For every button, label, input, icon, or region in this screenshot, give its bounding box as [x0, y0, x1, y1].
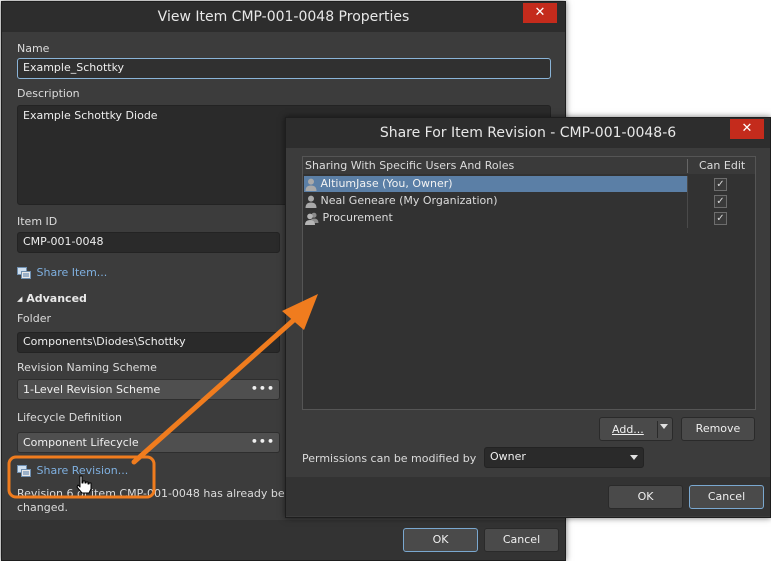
revision-scheme-browse-icon[interactable]: •••: [251, 379, 275, 398]
advanced-label: Advanced: [26, 292, 87, 305]
item-id-field: CMP-001-0048: [17, 232, 280, 253]
sharing-row-3[interactable]: Procurement: [305, 210, 393, 226]
share-revision-dialog: Share For Item Revision - CMP-001-0048-6…: [285, 117, 771, 518]
column-divider: [687, 159, 688, 173]
folder-label: Folder: [17, 312, 51, 325]
user-icon: [305, 195, 317, 208]
column-can-edit-header[interactable]: Can Edit: [699, 159, 745, 172]
share-revision-title-bar[interactable]: Share For Item Revision - CMP-001-0048-6: [286, 118, 770, 148]
share-item-link-row[interactable]: Share Item...: [17, 266, 107, 279]
permissions-dropdown-arrow-icon: [630, 455, 638, 460]
sharing-row-name: AltiumJase (You, Owner): [320, 177, 453, 190]
lifecycle-selector[interactable]: Component Lifecycle •••: [17, 432, 280, 453]
can-edit-checkbox-3[interactable]: ✓: [714, 212, 727, 225]
group-icon: [305, 212, 319, 225]
can-edit-column-divider: [687, 176, 688, 228]
revision-note-line-1: Revision 6 of item CMP-001-0048 has alre…: [17, 487, 313, 500]
sharing-row-name: Procurement: [322, 211, 393, 224]
can-edit-checkbox-1[interactable]: ✓: [714, 178, 727, 191]
sharing-row-name: Neal Geneare (My Organization): [320, 194, 498, 207]
share-revision-cancel-button[interactable]: Cancel: [689, 485, 764, 509]
sharing-list[interactable]: Sharing With Specific Users And Roles Ca…: [302, 156, 756, 410]
permissions-label: Permissions can be modified by: [302, 452, 477, 465]
sharing-row-2[interactable]: Neal Geneare (My Organization): [305, 193, 498, 209]
sharing-list-header: Sharing With Specific Users And Roles Ca…: [303, 157, 755, 174]
revision-note-line-2: changed.: [17, 501, 68, 514]
add-dropdown-arrow-icon[interactable]: [660, 424, 668, 429]
folder-field[interactable]: Components\Diodes\Schottky: [17, 332, 280, 353]
item-id-label: Item ID: [17, 215, 58, 228]
name-field[interactable]: Example_Schottky: [17, 58, 551, 79]
user-icon: [305, 178, 317, 191]
sharing-row-1[interactable]: AltiumJase (You, Owner): [305, 176, 453, 192]
lifecycle-value: Component Lifecycle: [23, 436, 139, 449]
hand-cursor-icon: [76, 475, 92, 494]
item-properties-button-bar: [2, 520, 565, 560]
item-properties-title-bar[interactable]: View Item CMP-001-0048 Properties: [2, 2, 565, 32]
collapse-triangle-icon: ◢: [17, 295, 23, 303]
item-properties-ok-button[interactable]: OK: [403, 528, 478, 552]
advanced-section-toggle[interactable]: ◢ Advanced: [17, 292, 87, 305]
permissions-value: Owner: [490, 450, 526, 463]
share-icon: [17, 465, 31, 477]
can-edit-checkbox-2[interactable]: ✓: [714, 195, 727, 208]
remove-button[interactable]: Remove: [681, 417, 755, 441]
share-revision-title: Share For Item Revision - CMP-001-0048-6: [379, 125, 677, 141]
share-icon: [17, 267, 31, 279]
revision-scheme-value: 1-Level Revision Scheme: [23, 383, 161, 396]
item-properties-cancel-button[interactable]: Cancel: [484, 528, 559, 552]
revision-scheme-label: Revision Naming Scheme: [17, 361, 157, 374]
revision-scheme-selector[interactable]: 1-Level Revision Scheme •••: [17, 379, 280, 400]
item-properties-title: View Item CMP-001-0048 Properties: [157, 9, 410, 25]
description-label: Description: [17, 87, 80, 100]
item-properties-close-button[interactable]: ✕: [523, 3, 557, 23]
add-button[interactable]: Add...: [599, 417, 673, 441]
permissions-dropdown[interactable]: Owner: [484, 447, 644, 468]
share-item-link[interactable]: Share Item...: [37, 266, 108, 279]
name-label: Name: [17, 42, 50, 55]
share-revision-link-row[interactable]: Share Revision...: [17, 464, 128, 477]
share-revision-ok-button[interactable]: OK: [608, 485, 683, 509]
lifecycle-browse-icon[interactable]: •••: [251, 432, 275, 451]
add-button-label: Add...: [612, 423, 644, 436]
add-dropdown-divider: [657, 421, 658, 438]
lifecycle-label: Lifecycle Definition: [17, 411, 123, 424]
share-revision-close-button[interactable]: ✕: [730, 119, 764, 139]
column-sharing-header[interactable]: Sharing With Specific Users And Roles: [305, 159, 514, 172]
